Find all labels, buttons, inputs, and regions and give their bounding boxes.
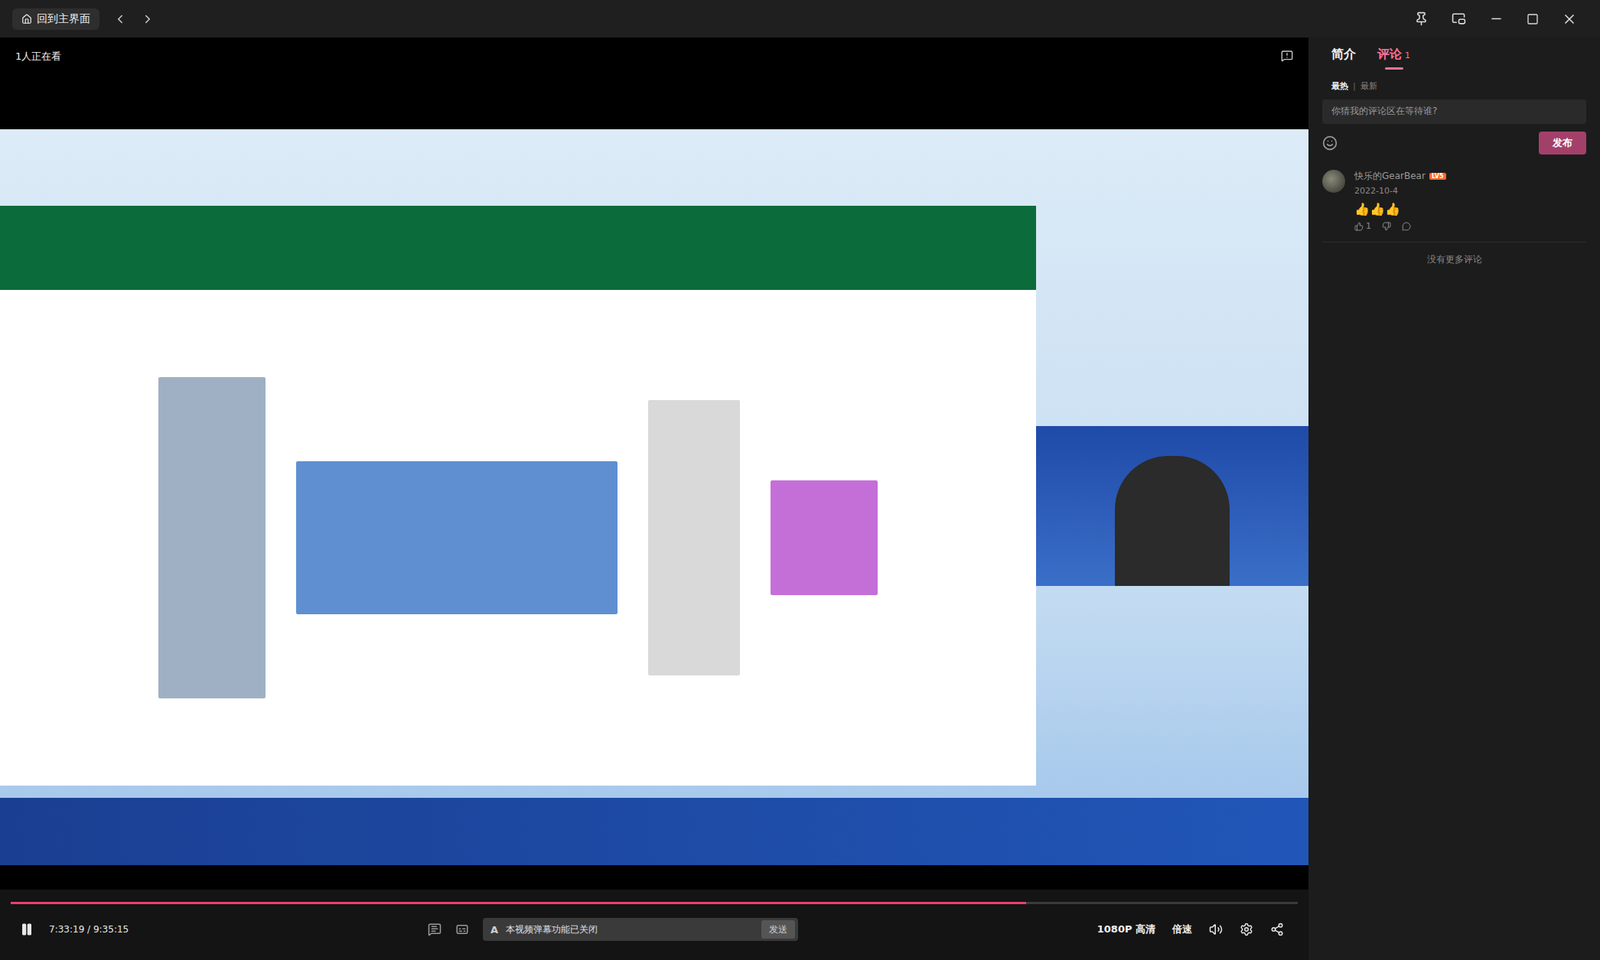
forward-icon[interactable] [140,12,155,27]
progress-bar[interactable] [10,902,1298,905]
panel-tab[interactable]: 简介 [1331,46,1356,70]
side-panel: 简介评论1 最热|最新你猜我的评论区在等待谁? 发布快乐的GearBearLV5 20… [1308,37,1600,960]
title-bar: 回到主界面 [0,0,1600,38]
sort-option[interactable]: 最新 [1360,80,1378,92]
speed-button[interactable]: 倍速 [1172,922,1193,937]
close-icon[interactable] [1561,11,1578,27]
picture-in-picture-icon[interactable] [1451,11,1467,27]
minimize-icon[interactable] [1489,11,1504,27]
post-button[interactable]: 发布 [1538,131,1587,155]
end-note: 没有更多评论 [1322,253,1587,267]
danmaku-input[interactable]: A本视频弹幕功能已关闭发送 [482,918,799,942]
window-controls [1414,11,1588,27]
share-icon[interactable] [1270,922,1284,937]
back-icon[interactable] [113,12,128,27]
comment-input[interactable]: 你猜我的评论区在等待谁? [1322,99,1587,124]
viewer-count: 1人正在看 [15,49,62,64]
player-window: 回到主界面 1人正在看 7:33:19 / 9:35:15 A本视频弹幕功能已关闭发送… [0,0,1600,960]
report-icon[interactable] [1280,49,1294,62]
emoji-icon[interactable] [1322,135,1338,151]
reply-icon[interactable] [1401,221,1411,232]
user-avatar[interactable] [1322,169,1346,193]
home-icon [21,13,33,25]
volume-icon[interactable] [1208,922,1223,937]
quality-button[interactable]: 1080P 高清 [1097,922,1156,937]
comment: 快乐的GearBearLV5 2022-10-4 👍👍👍 1 [1322,169,1587,243]
sort-option[interactable]: 最热 [1331,80,1349,92]
danmaku-settings-icon[interactable] [455,922,470,937]
home-button[interactable]: 回到主界面 [12,8,100,30]
panel-tab[interactable]: 评论1 [1377,46,1411,70]
sort-options: 最热|最新 [1322,80,1587,92]
thumbs-down-icon[interactable] [1381,221,1392,232]
send-button[interactable]: 发送 [761,920,796,939]
level-badge: LV5 [1429,172,1447,180]
control-bar: 7:33:19 / 9:35:15 A本视频弹幕功能已关闭发送 1080P 高清 倍速 [0,889,1309,960]
maximize-icon[interactable] [1526,13,1539,26]
video-picture [0,129,1309,866]
like-button[interactable]: 1 [1354,221,1372,232]
nav-group [113,12,155,27]
danmaku-toggle-icon[interactable] [427,922,442,937]
comment-date: 2022-10-4 [1354,185,1447,196]
pin-icon[interactable] [1414,11,1429,27]
player-column: 1人正在看 7:33:19 / 9:35:15 A本视频弹幕功能已关闭发送 1080P… [0,37,1309,960]
panel-tabs: 简介评论1 [1322,46,1587,70]
settings-icon[interactable] [1239,922,1254,937]
thumbs-up-icon [1354,221,1364,232]
speaker-inset [1036,426,1309,587]
video-frame[interactable]: 1人正在看 [0,37,1309,890]
user-name[interactable]: 快乐的GearBear [1354,169,1426,183]
pause-icon[interactable] [19,922,34,937]
time-display: 7:33:19 / 9:35:15 [48,924,129,936]
comment-text: 👍👍👍 [1354,202,1447,217]
